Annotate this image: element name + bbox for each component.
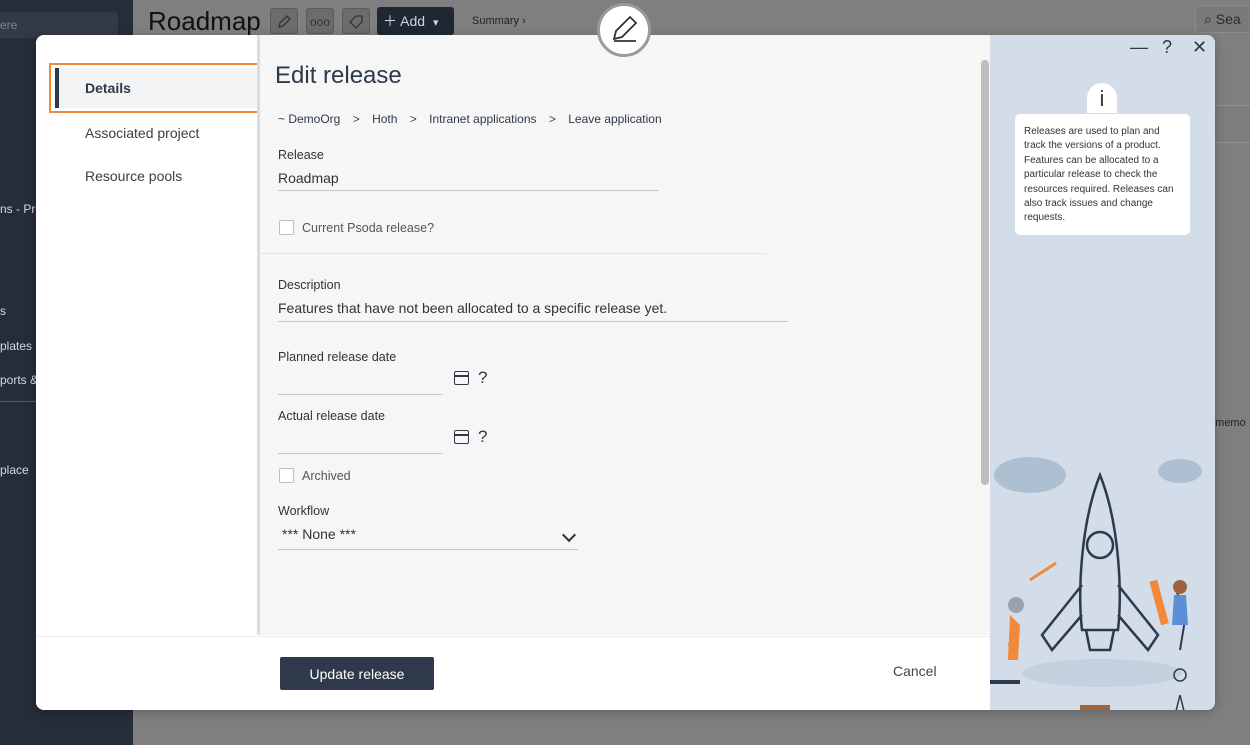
background-sidebar-item[interactable]: plates — [0, 339, 32, 353]
modal-nav: Details Associated project Resource pool… — [36, 35, 261, 635]
planned-date-underline — [278, 394, 443, 395]
edit-badge — [597, 3, 651, 57]
close-icon[interactable]: ✕ — [1192, 37, 1207, 58]
description-underline — [278, 321, 788, 322]
archived-checkbox[interactable] — [279, 468, 294, 483]
tag-icon — [349, 15, 363, 29]
help-icon[interactable]: ? — [478, 427, 487, 447]
minimize-icon[interactable]: — — [1130, 37, 1148, 58]
calendar-icon[interactable] — [454, 430, 469, 444]
info-box: Releases are used to plan and track the … — [1015, 114, 1190, 235]
background-edit-button[interactable] — [270, 8, 298, 34]
breadcrumb: ~ DemoOrg > Hoth > Intranet applications… — [278, 112, 671, 126]
release-underline — [278, 190, 659, 191]
current-release-label: Current Psoda release? — [302, 221, 435, 235]
description-label: Description — [278, 278, 341, 292]
help-icon[interactable]: ? — [478, 368, 487, 388]
rocket-illustration — [990, 457, 1202, 710]
workflow-label: Workflow — [278, 504, 330, 518]
actual-date-label: Actual release date — [278, 409, 386, 423]
background-summary-link[interactable]: Summary › — [472, 15, 526, 27]
background-memo-text: ' memo — [1210, 417, 1246, 429]
workflow-underline — [278, 549, 578, 550]
modal-footer — [36, 636, 990, 710]
help-panel: — ? ✕ i Releases are used to plan and tr… — [990, 35, 1215, 710]
background-sidebar-item[interactable]: ports & — [0, 373, 38, 387]
help-icon[interactable]: ? — [1162, 37, 1172, 58]
background-tag-button[interactable] — [342, 8, 370, 34]
planned-date-label: Planned release date — [278, 350, 397, 364]
nav-item-associated-project[interactable]: Associated project — [85, 125, 199, 141]
background-sidebar-item[interactable]: s — [0, 304, 6, 318]
details-highlight-box — [49, 63, 261, 113]
pencil-icon — [278, 15, 291, 28]
plus-icon: ＋ — [383, 13, 397, 29]
breadcrumb-item[interactable]: ~ DemoOrg — [278, 112, 340, 126]
background-search-label: Sea — [1215, 11, 1241, 27]
description-input[interactable]: Features that have not been allocated to… — [278, 300, 667, 316]
breadcrumb-separator: > — [352, 112, 360, 126]
breadcrumb-separator: > — [409, 112, 417, 126]
background-more-button[interactable]: ooo — [306, 8, 334, 34]
archived-label: Archived — [302, 469, 351, 483]
background-right-panel — [1215, 105, 1250, 143]
info-icon: i — [1087, 83, 1117, 113]
release-input[interactable]: Roadmap — [278, 170, 339, 186]
update-release-button[interactable]: Update release — [280, 657, 434, 690]
edit-release-modal: Details Associated project Resource pool… — [36, 35, 1215, 710]
nav-item-resource-pools[interactable]: Resource pools — [85, 168, 182, 184]
search-icon: ⌕ — [1204, 11, 1212, 27]
background-sidebar-item[interactable]: place — [0, 463, 29, 477]
breadcrumb-separator: > — [548, 112, 556, 126]
release-label: Release — [278, 148, 324, 162]
background-search-placeholder: ere — [0, 18, 18, 32]
info-text: Releases are used to plan and track the … — [1024, 126, 1174, 224]
breadcrumb-item[interactable]: Hoth — [372, 112, 397, 126]
section-divider — [258, 253, 766, 254]
modal-title: Edit release — [275, 62, 402, 89]
chevron-down-icon: ▾ — [432, 17, 439, 29]
pencil-icon — [612, 15, 638, 42]
background-add-label: Add — [400, 13, 426, 29]
cancel-button[interactable]: Cancel — [893, 663, 937, 679]
breadcrumb-item[interactable]: Leave application — [568, 112, 661, 126]
breadcrumb-item[interactable]: Intranet applications — [429, 112, 536, 126]
content-scrollbar[interactable] — [981, 60, 989, 485]
background-sidebar-divider — [0, 401, 36, 402]
background-add-button[interactable]: ＋ Add ▾ — [377, 7, 454, 35]
actual-date-underline — [278, 453, 443, 454]
background-search-box[interactable]: ⌕ Sea — [1195, 5, 1250, 33]
workflow-select[interactable]: *** None *** — [282, 526, 356, 542]
calendar-icon[interactable] — [454, 371, 469, 385]
background-page-title: Roadmap — [148, 6, 261, 36]
current-release-checkbox[interactable] — [279, 220, 294, 235]
